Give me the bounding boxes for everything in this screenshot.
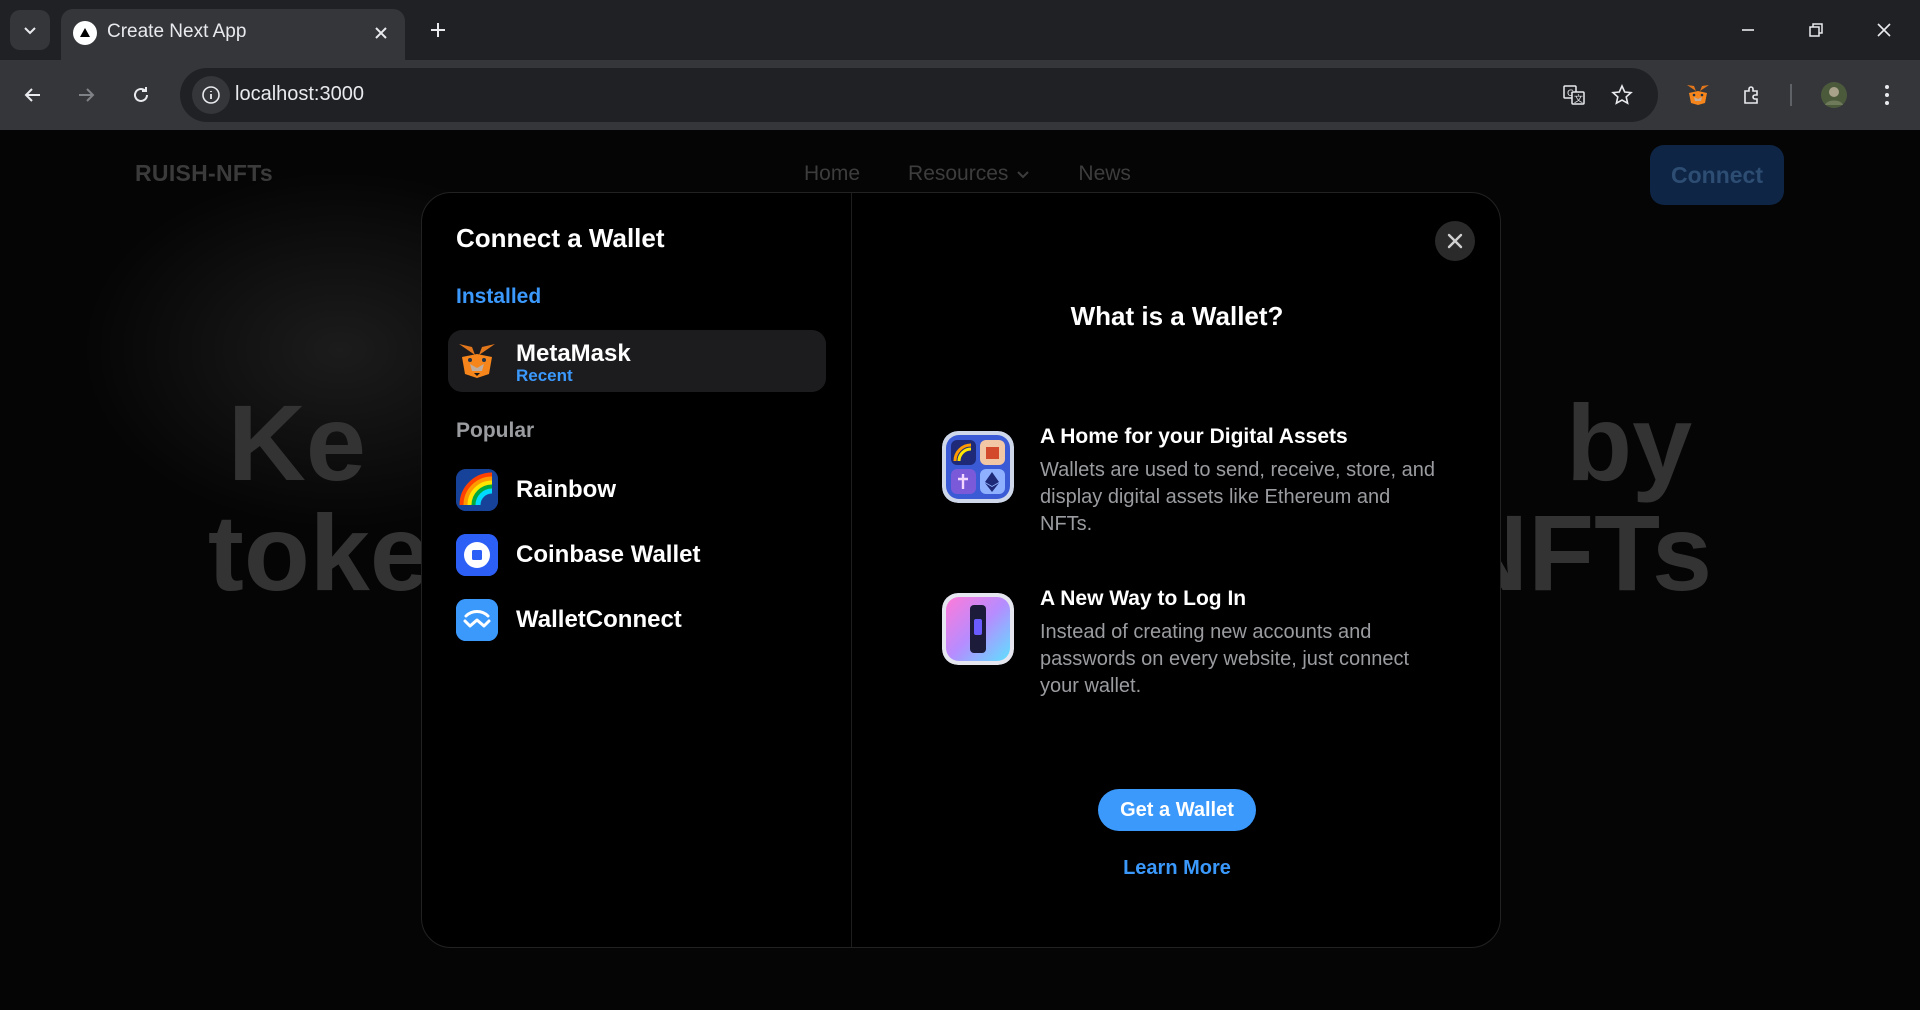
reload-icon xyxy=(134,87,148,102)
browser-toolbar: localhost:3000 G文 xyxy=(0,60,1920,130)
minimize-button[interactable] xyxy=(1714,0,1782,60)
url-text: localhost:3000 xyxy=(235,83,364,105)
puzzle-icon xyxy=(1744,86,1758,104)
wallet-option-rainbow[interactable]: Rainbow xyxy=(448,457,826,519)
arrow-left-icon xyxy=(24,88,40,102)
nav-resources-dropdown[interactable]: Resources xyxy=(908,162,1030,186)
site-nav: Home Resources News xyxy=(804,162,1131,186)
metamask-extension-button[interactable] xyxy=(1679,76,1717,114)
forward-button[interactable] xyxy=(67,76,105,114)
nextjs-favicon-icon xyxy=(73,21,97,45)
modal-close-button[interactable] xyxy=(1435,221,1475,261)
avatar-icon xyxy=(1821,82,1847,108)
nav-news-link[interactable]: News xyxy=(1078,162,1131,186)
learn-more-link[interactable]: Learn More xyxy=(852,857,1500,880)
feature-new-login: A New Way to Log In Instead of creating … xyxy=(942,587,1422,697)
chevron-down-icon xyxy=(24,27,36,35)
translate-button[interactable]: G文 xyxy=(1556,77,1592,113)
nav-home-link[interactable]: Home xyxy=(804,162,860,186)
digital-assets-icon xyxy=(942,431,1014,503)
wallet-option-walletconnect[interactable]: WalletConnect xyxy=(448,587,826,649)
login-key-icon xyxy=(942,593,1014,665)
modal-title: Connect a Wallet xyxy=(456,223,665,253)
svg-text:文: 文 xyxy=(1574,93,1583,105)
installed-label: Installed xyxy=(456,285,542,308)
kebab-menu-icon xyxy=(1885,85,1889,105)
browser-menu-button[interactable] xyxy=(1868,76,1906,114)
get-wallet-button[interactable]: Get a Wallet xyxy=(1098,789,1256,831)
site-brand[interactable]: RUISH-NFTs xyxy=(135,160,273,187)
wallet-name: MetaMask xyxy=(516,340,631,367)
nav-resources-label: Resources xyxy=(908,162,1009,185)
wallet-name: Coinbase Wallet xyxy=(516,541,701,568)
wallet-list-panel: Connect a Wallet Installed MetaMask Rece… xyxy=(422,193,852,947)
minimize-icon xyxy=(1742,29,1754,31)
restore-icon xyxy=(1809,23,1823,37)
back-button[interactable] xyxy=(14,76,52,114)
close-icon xyxy=(1877,23,1891,37)
address-bar[interactable]: localhost:3000 G文 xyxy=(180,68,1658,122)
coinbase-icon xyxy=(456,534,498,576)
wallet-name: Rainbow xyxy=(516,476,616,503)
web-page: RUISH-NFTs Home Resources News Connect K… xyxy=(0,130,1920,1010)
walletconnect-icon xyxy=(456,599,498,641)
browser-tab[interactable]: Create Next App xyxy=(61,9,405,60)
rainbow-icon xyxy=(456,469,498,511)
feature-title: A New Way to Log In xyxy=(1040,587,1247,610)
translate-icon: G文 xyxy=(1563,85,1585,105)
close-icon xyxy=(375,27,387,39)
profile-avatar[interactable] xyxy=(1815,76,1853,114)
what-is-wallet-title: What is a Wallet? xyxy=(1070,301,1284,331)
chevron-down-icon xyxy=(1017,171,1030,179)
feature-title: A Home for your Digital Assets xyxy=(1040,425,1348,448)
reload-button[interactable] xyxy=(122,76,160,114)
feature-description: Instead of creating new accounts and pas… xyxy=(1040,621,1410,697)
restore-button[interactable] xyxy=(1782,0,1850,60)
browser-tabstrip: Create Next App xyxy=(0,0,1920,60)
site-info-button[interactable] xyxy=(192,76,230,114)
window-close-button[interactable] xyxy=(1850,0,1918,60)
feature-description: Wallets are used to send, receive, store… xyxy=(1040,459,1436,535)
tab-title: Create Next App xyxy=(107,21,247,42)
new-tab-button[interactable] xyxy=(422,14,454,46)
popular-label: Popular xyxy=(456,419,535,442)
wallet-option-coinbase[interactable]: Coinbase Wallet xyxy=(448,522,826,584)
metamask-fox-icon xyxy=(1687,85,1709,105)
extensions-button[interactable] xyxy=(1733,76,1771,114)
wallet-recent-badge: Recent xyxy=(516,366,573,385)
connect-button[interactable]: Connect xyxy=(1650,145,1784,205)
plus-icon xyxy=(431,23,445,37)
tab-close-button[interactable] xyxy=(367,19,395,47)
tab-search-button[interactable] xyxy=(10,10,50,50)
star-icon xyxy=(1611,84,1633,105)
bookmark-button[interactable] xyxy=(1604,77,1640,113)
toolbar-separator xyxy=(1790,84,1792,106)
wallet-option-metamask[interactable]: MetaMask Recent xyxy=(448,330,826,392)
feature-digital-assets: A Home for your Digital Assets Wallets a… xyxy=(942,425,1435,535)
connect-wallet-modal: Connect a Wallet Installed MetaMask Rece… xyxy=(421,192,1501,948)
close-icon xyxy=(1447,233,1463,249)
arrow-right-icon xyxy=(79,88,95,102)
info-icon xyxy=(202,86,220,104)
metamask-fox-icon xyxy=(456,340,498,382)
wallet-name: WalletConnect xyxy=(516,606,682,633)
